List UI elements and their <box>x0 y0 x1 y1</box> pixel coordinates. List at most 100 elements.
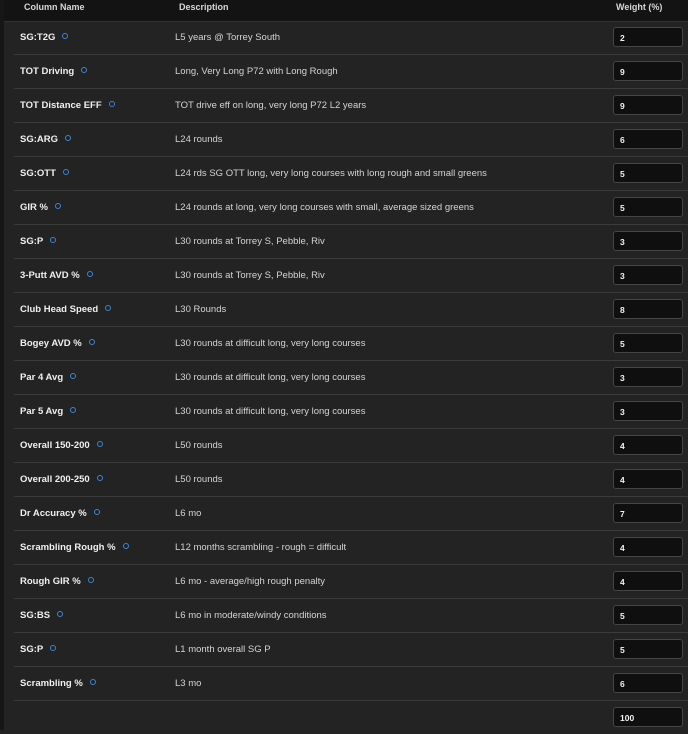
row-name: Dr Accuracy % <box>20 508 100 519</box>
row-description: L6 mo <box>175 508 202 519</box>
info-icon[interactable] <box>70 373 77 380</box>
row-name: Club Head Speed <box>20 304 112 315</box>
row-name: 3-Putt AVD % <box>20 270 93 281</box>
weight-input[interactable]: 5 <box>613 605 683 625</box>
row-description: L30 rounds at difficult long, very long … <box>175 406 366 417</box>
info-icon[interactable] <box>62 33 69 40</box>
weight-input[interactable]: 2 <box>613 27 683 47</box>
row-description: L5 years @ Torrey South <box>175 32 281 43</box>
weight-input[interactable]: 8 <box>613 299 683 319</box>
table-row: Club Head Speed L30 Rounds 8 <box>14 293 688 327</box>
info-icon[interactable] <box>81 67 88 74</box>
table-row: SG:T2G L5 years @ Torrey South 2 <box>14 21 688 55</box>
row-description: L50 rounds <box>175 474 223 485</box>
row-name: SG:ARG <box>20 134 71 145</box>
info-icon[interactable] <box>87 577 94 584</box>
info-icon[interactable] <box>54 203 61 210</box>
table-row: Bogey AVD % L30 rounds at difficult long… <box>14 327 688 361</box>
weights-table: SG:T2G L5 years @ Torrey South 2 TOT Dri… <box>14 21 688 734</box>
row-name: Par 5 Avg <box>20 406 77 417</box>
weight-input[interactable]: 4 <box>613 435 683 455</box>
table-row: TOT Driving Long, Very Long P72 with Lon… <box>14 55 688 89</box>
weight-input[interactable]: 7 <box>613 503 683 523</box>
row-name: Scrambling % <box>20 678 96 689</box>
table-row: Dr Accuracy % L6 mo 7 <box>14 497 688 531</box>
info-icon[interactable] <box>96 441 103 448</box>
weight-input[interactable]: 9 <box>613 95 683 115</box>
row-description: L30 rounds at Torrey S, Pebble, Riv <box>175 236 325 247</box>
table-row: Overall 150-200 L50 rounds 4 <box>14 429 688 463</box>
table-row: SG:OTT L24 rds SG OTT long, very long co… <box>14 157 688 191</box>
weight-input[interactable]: 3 <box>613 401 683 421</box>
table-row: Overall 200-250 L50 rounds 4 <box>14 463 688 497</box>
weight-input[interactable]: 5 <box>613 197 683 217</box>
total-row: 100 <box>14 701 688 734</box>
row-name: SG:P <box>20 644 57 655</box>
row-description: L6 mo in moderate/windy conditions <box>175 610 327 621</box>
row-name: SG:BS <box>20 610 64 621</box>
table-row: Rough GIR % L6 mo - average/high rough p… <box>14 565 688 599</box>
row-name: SG:T2G <box>20 32 69 43</box>
table-row: Scrambling Rough % L12 months scrambling… <box>14 531 688 565</box>
weight-input[interactable]: 3 <box>613 265 683 285</box>
row-name: Overall 150-200 <box>20 440 103 451</box>
info-icon[interactable] <box>122 543 129 550</box>
row-description: L3 mo <box>175 678 202 689</box>
info-icon[interactable] <box>50 645 57 652</box>
weight-input[interactable]: 6 <box>613 673 683 693</box>
row-name: SG:P <box>20 236 57 247</box>
info-icon[interactable] <box>62 169 69 176</box>
info-icon[interactable] <box>108 101 115 108</box>
row-name: TOT Driving <box>20 66 88 77</box>
row-description: L30 rounds at difficult long, very long … <box>175 338 366 349</box>
weight-input[interactable]: 3 <box>613 231 683 251</box>
weight-input[interactable]: 4 <box>613 571 683 591</box>
row-name: TOT Distance EFF <box>20 100 115 111</box>
row-name: Bogey AVD % <box>20 338 95 349</box>
table-row: Scrambling % L3 mo 6 <box>14 667 688 701</box>
info-icon[interactable] <box>57 611 64 618</box>
info-icon[interactable] <box>88 339 95 346</box>
weight-input[interactable]: 4 <box>613 469 683 489</box>
left-edge-strip <box>0 0 4 730</box>
total-weight-field: 100 <box>613 707 683 727</box>
row-description: L24 rds SG OTT long, very long courses w… <box>175 168 487 179</box>
weight-input[interactable]: 5 <box>613 163 683 183</box>
table-row: SG:BS L6 mo in moderate/windy conditions… <box>14 599 688 633</box>
row-name: GIR % <box>20 202 61 213</box>
row-description: TOT drive eff on long, very long P72 L2 … <box>175 100 367 111</box>
info-icon[interactable] <box>65 135 71 142</box>
info-icon[interactable] <box>89 679 96 686</box>
weight-input[interactable]: 4 <box>613 537 683 557</box>
table-header: Column Name Description Weight (%) <box>4 0 688 22</box>
row-name: Rough GIR % <box>20 576 94 587</box>
table-row: GIR % L24 rounds at long, very long cour… <box>14 191 688 225</box>
table-row: Par 4 Avg L30 rounds at difficult long, … <box>14 361 688 395</box>
weight-input[interactable]: 6 <box>613 129 683 149</box>
row-description: Long, Very Long P72 with Long Rough <box>175 66 338 77</box>
weight-input[interactable]: 9 <box>613 61 683 81</box>
table-row: SG:ARG L24 rounds 6 <box>14 123 688 157</box>
info-icon[interactable] <box>96 475 103 482</box>
header-description: Description <box>179 2 229 12</box>
weight-input[interactable]: 3 <box>613 367 683 387</box>
info-icon[interactable] <box>86 271 93 278</box>
info-icon[interactable] <box>50 237 57 244</box>
weight-input[interactable]: 5 <box>613 639 683 659</box>
row-name: Overall 200-250 <box>20 474 103 485</box>
row-description: L6 mo - average/high rough penalty <box>175 576 325 587</box>
header-column-name: Column Name <box>24 2 85 12</box>
row-name: Scrambling Rough % <box>20 542 129 553</box>
row-description: L12 months scrambling - rough = difficul… <box>175 542 347 553</box>
table-row: 3-Putt AVD % L30 rounds at Torrey S, Peb… <box>14 259 688 293</box>
row-description: L24 rounds at long, very long courses wi… <box>175 202 474 213</box>
table-row: Par 5 Avg L30 rounds at difficult long, … <box>14 395 688 429</box>
row-description: L50 rounds <box>175 440 223 451</box>
info-icon[interactable] <box>70 407 77 414</box>
info-icon[interactable] <box>105 305 112 312</box>
row-description: L30 rounds at difficult long, very long … <box>175 372 366 383</box>
row-name: SG:OTT <box>20 168 69 179</box>
info-icon[interactable] <box>93 509 100 516</box>
weight-input[interactable]: 5 <box>613 333 683 353</box>
header-weight: Weight (%) <box>616 2 663 12</box>
